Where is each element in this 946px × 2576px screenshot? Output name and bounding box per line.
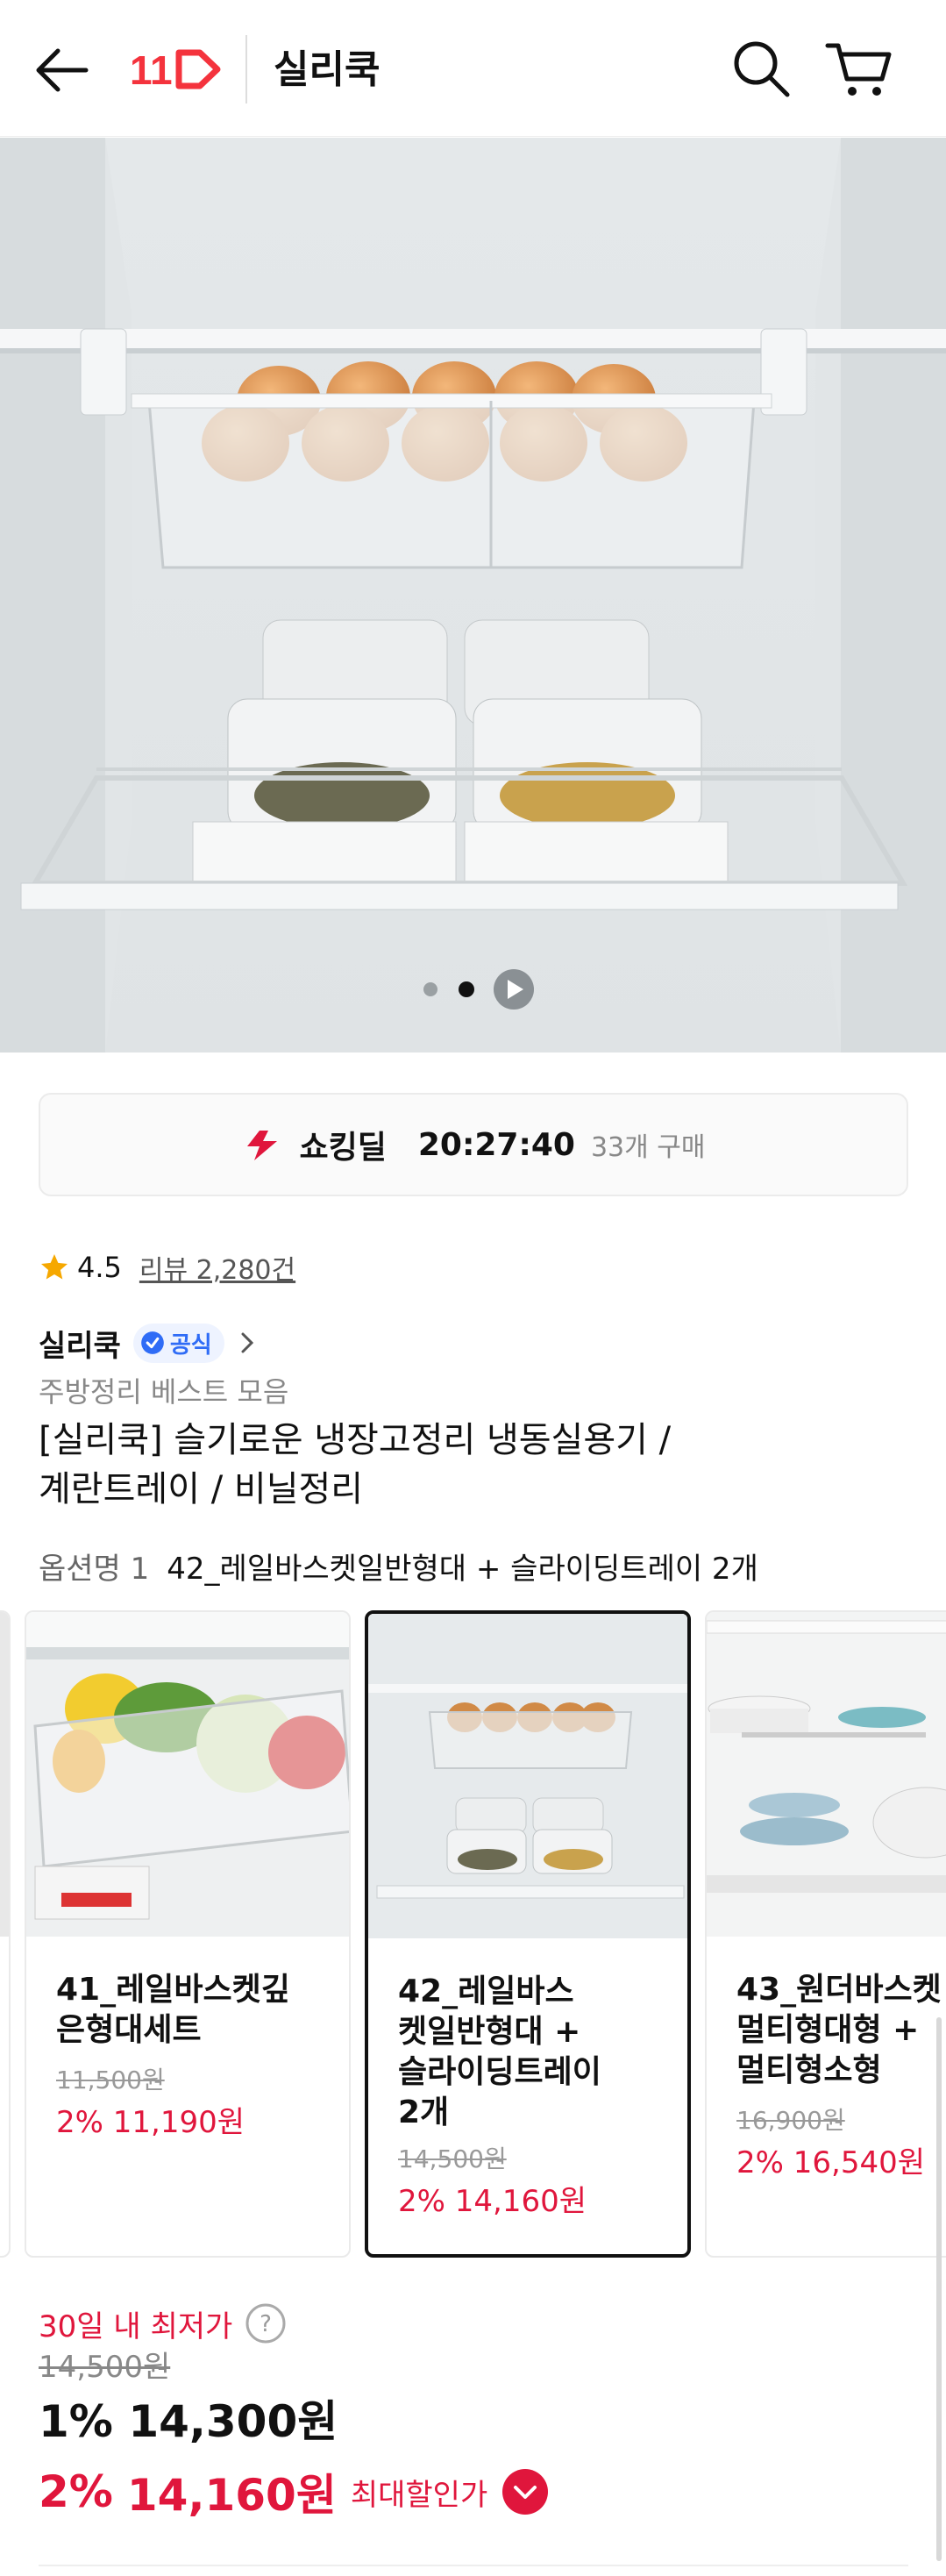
- deal-label: 쇼킹딜: [299, 1130, 387, 1166]
- option-card-image: [26, 1612, 349, 1937]
- discount-percent: 1%: [39, 2396, 113, 2447]
- deal-timer: 20:27:40: [417, 1126, 575, 1163]
- option-original-price: 14,500원: [398, 2144, 507, 2173]
- chevron-right-icon[interactable]: [237, 1329, 258, 1357]
- option-name-line: 2개: [398, 2094, 450, 2130]
- option-card-image: [707, 1612, 946, 1937]
- option-sale-price: 2% 11,190원: [56, 2105, 245, 2140]
- product-main-image[interactable]: [0, 138, 946, 1053]
- discount-price: 1% 14,300원: [39, 2393, 338, 2451]
- help-question-icon[interactable]: ?: [245, 2302, 287, 2344]
- verified-check-icon: [141, 1331, 164, 1354]
- cart-icon[interactable]: [824, 37, 894, 102]
- option-name-line: 은형대세트: [56, 2012, 202, 2048]
- option-name-line: 42_레일바스: [398, 1973, 574, 2009]
- official-badge-label: 공식: [169, 1331, 212, 1359]
- rating-row: 4.5 리뷰 2,280건: [39, 1245, 295, 1289]
- option-label: 옵션명 1: [39, 1552, 150, 1587]
- option-name-line: 멀티형대형 +: [736, 2012, 920, 2048]
- max-discount-label: 최대할인가: [350, 2477, 488, 2513]
- product-title-line-2: 계란트레이 / 비닐정리: [39, 1469, 364, 1509]
- product-title-line-1: [실리쿡] 슬기로운 냉장고정리 냉동실용기 /: [39, 1420, 672, 1460]
- review-count-link[interactable]: 리뷰 2,280건: [139, 1248, 295, 1287]
- eleven-street-logo[interactable]: 11: [130, 46, 221, 93]
- option-card-43[interactable]: 43_원더바스켓 멀티형대형 + 멀티형소형 16,900원 2% 16,540…: [705, 1610, 946, 2258]
- slide-dot-2: [459, 981, 474, 997]
- product-title: [실리쿡] 슬기로운 냉장고정리 냉동실용기 / 계란트레이 / 비닐정리: [39, 1416, 907, 1514]
- back-arrow-icon[interactable]: [32, 44, 93, 96]
- slide-indicator: [0, 967, 946, 1011]
- option-name-line: 멀티형소형: [736, 2052, 882, 2088]
- option-sale-price: 2% 14,160원: [398, 2184, 587, 2219]
- header-divider: [245, 35, 247, 103]
- lowest-price-label: 30일 내 최저가: [39, 2308, 233, 2344]
- option-sale-price: 2% 16,540원: [736, 2145, 925, 2180]
- option-name-line: 41_레일바스켓깊: [56, 1972, 290, 2008]
- option-card-partial[interactable]: [0, 1610, 11, 2258]
- option-carousel[interactable]: 41_레일바스켓깊 은형대세트 11,500원 2% 11,190원 42_레일…: [0, 1610, 946, 2259]
- option-name-line: 켓일반형대 +: [398, 2014, 581, 2050]
- chevron-down-icon[interactable]: [501, 2468, 549, 2515]
- option-name-line: 43_원더바스켓: [736, 1972, 942, 2008]
- max-discount-price-row[interactable]: 2% 14,160원 최대할인가: [39, 2461, 549, 2522]
- logo-text: 11: [130, 47, 173, 93]
- max-discount-amount: 14,160원: [126, 2470, 337, 2521]
- option-card-name: 42_레일바스 켓일반형대 + 슬라이딩트레이 2개: [398, 1972, 670, 2133]
- option-value: 42_레일바스켓일반형대 + 슬라이딩트레이 2개: [167, 1552, 758, 1587]
- official-badge: 공식: [132, 1323, 224, 1363]
- original-price: 14,500원: [39, 2350, 171, 2385]
- option-original-price: 11,500원: [56, 2066, 165, 2094]
- selected-option: 옵션명 1 42_레일바스켓일반형대 + 슬라이딩트레이 2개: [39, 1547, 758, 1591]
- discount-amount: 14,300원: [128, 2396, 338, 2447]
- seller-row[interactable]: 실리쿡 공식: [39, 1321, 258, 1365]
- seller-subcategory[interactable]: 주방정리 베스트 모음: [39, 1372, 288, 1412]
- option-card-image: [368, 1614, 687, 1938]
- option-card-42[interactable]: 42_레일바스 켓일반형대 + 슬라이딩트레이 2개 14,500원 2% 14…: [365, 1610, 691, 2258]
- deal-buyer-count: 33개 구매: [590, 1132, 706, 1163]
- option-card-41[interactable]: 41_레일바스켓깊 은형대세트 11,500원 2% 11,190원: [25, 1610, 351, 2258]
- max-discount-percent: 2%: [39, 2466, 113, 2517]
- slide-dot-1: [423, 982, 437, 996]
- option-original-price: 16,900원: [736, 2106, 845, 2135]
- svg-text:?: ?: [260, 2311, 272, 2337]
- star-icon: [41, 1254, 68, 1280]
- scrollbar[interactable]: [936, 2017, 942, 2561]
- option-card-name: 41_레일바스켓깊 은형대세트: [56, 1970, 328, 2051]
- option-card-name: 43_원더바스켓 멀티형대형 + 멀티형소형: [736, 1970, 946, 2091]
- top-header: 11 실리쿡: [0, 0, 946, 137]
- search-icon[interactable]: [729, 37, 794, 102]
- shocking-deal-icon: [246, 1131, 277, 1160]
- section-divider: [39, 2565, 908, 2566]
- seller-name[interactable]: 실리쿡: [39, 1322, 121, 1365]
- shocking-deal-box[interactable]: 쇼킹딜 20:27:40 33개 구매: [39, 1093, 908, 1196]
- rating-score: 4.5: [77, 1251, 122, 1284]
- lowest-price-row: 30일 내 최저가 ?: [39, 2301, 287, 2345]
- page-title: 실리쿡: [274, 47, 381, 92]
- option-name-line: 슬라이딩트레이: [398, 2054, 601, 2090]
